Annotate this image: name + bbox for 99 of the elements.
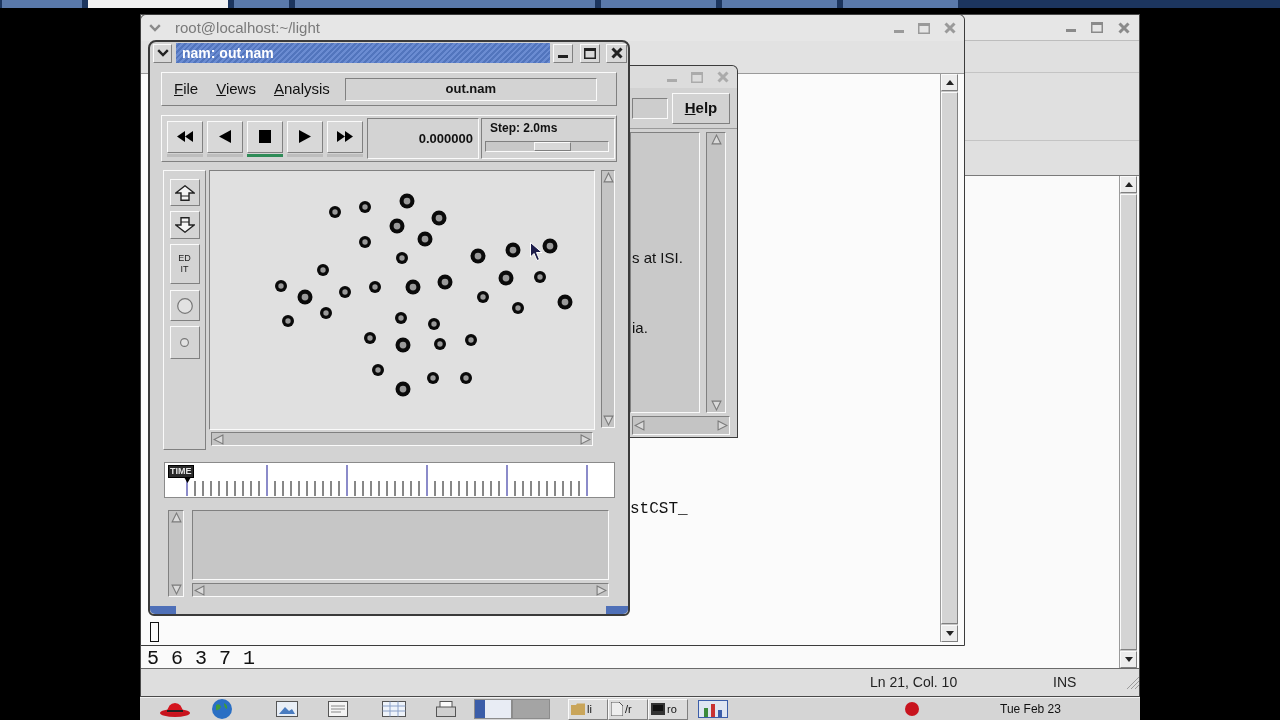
timeline-label: TIME: [168, 465, 194, 478]
menu-item[interactable]: File: [174, 77, 199, 101]
fast-forward-button[interactable]: [327, 120, 363, 153]
editor-text: 5 6 3 7 1: [147, 650, 256, 668]
maximize-button[interactable]: [580, 43, 600, 63]
maximize-icon[interactable]: [1091, 22, 1103, 33]
window-title: root@localhost:~/light: [175, 17, 321, 38]
up-arrow-icon[interactable]: [710, 134, 722, 145]
small-circle-icon: [180, 338, 189, 347]
scroll-down-button[interactable]: [1120, 651, 1137, 668]
down-arrow-icon: [945, 631, 954, 636]
terminal-text: stCST_: [630, 499, 688, 519]
down-arrow-icon[interactable]: [170, 584, 182, 595]
document-icon: [611, 702, 623, 716]
time-display: 0.000000: [367, 118, 479, 159]
left-arrow-icon[interactable]: [213, 433, 224, 445]
maximize-icon[interactable]: [918, 22, 930, 34]
notepad-icon[interactable]: [328, 701, 348, 717]
text-cursor: [150, 622, 159, 642]
window-title: nam: out.nam: [176, 43, 550, 63]
play-backward-button[interactable]: [207, 120, 243, 153]
horizontal-scrollbar[interactable]: [192, 583, 609, 597]
vertical-scrollbar[interactable]: [601, 170, 615, 428]
console-text: ia.: [632, 318, 648, 338]
minimize-icon[interactable]: [894, 29, 904, 33]
folder-icon: [571, 703, 585, 715]
small-circle-tool-button[interactable]: [169, 326, 200, 359]
circle-tool-button[interactable]: [169, 290, 200, 321]
left-arrow-icon[interactable]: [634, 419, 645, 431]
down-arrow-icon[interactable]: [602, 415, 614, 426]
timeline-track[interactable]: TIME: [164, 462, 615, 498]
taskbar-button[interactable]: li: [568, 698, 608, 720]
slider-thumb[interactable]: [533, 142, 571, 151]
vertical-scrollbar[interactable]: [706, 132, 726, 413]
scroll-up-button[interactable]: [1120, 176, 1137, 193]
stop-icon: [259, 130, 271, 143]
cursor-position: Ln 21, Col. 10: [870, 674, 958, 690]
chevron-down-icon[interactable]: [149, 24, 161, 32]
close-icon: [610, 47, 623, 59]
up-arrow-icon: [174, 184, 195, 201]
maximize-icon: [584, 47, 596, 59]
picture-icon[interactable]: [276, 701, 298, 717]
file-label: out.nam: [344, 77, 597, 101]
rewind-button[interactable]: [167, 120, 203, 153]
rewind-icon: [177, 131, 193, 142]
scroll-up-button[interactable]: [941, 74, 958, 91]
chevron-down-icon: [156, 49, 169, 57]
window-corner: [150, 606, 176, 614]
insert-mode: INS: [1053, 674, 1077, 690]
play-button[interactable]: [287, 120, 323, 153]
zoom-out-button[interactable]: [169, 211, 200, 239]
horizontal-scrollbar[interactable]: [211, 432, 593, 446]
resize-grip-icon[interactable]: [1127, 676, 1139, 689]
play-icon: [299, 130, 311, 143]
clock-text[interactable]: Tue Feb 23: [1000, 700, 1061, 718]
play-backward-icon: [219, 130, 231, 143]
left-arrow-icon[interactable]: [194, 584, 205, 596]
taskbar-button[interactable]: /r: [608, 698, 648, 720]
close-icon[interactable]: [944, 22, 956, 34]
printer-icon[interactable]: [436, 701, 456, 717]
step-label: Step: 2.0ms: [490, 121, 558, 135]
help-button[interactable]: Help: [672, 92, 730, 124]
vertical-scrollbar[interactable]: [168, 510, 184, 597]
right-arrow-icon[interactable]: [580, 433, 591, 445]
horizontal-scrollbar[interactable]: [632, 415, 730, 435]
input-field[interactable]: [632, 97, 668, 119]
circle-icon: [176, 297, 193, 314]
window-corner: [606, 606, 628, 614]
down-arrow-icon[interactable]: [710, 400, 722, 411]
stop-button[interactable]: [247, 120, 283, 153]
spreadsheet-icon[interactable]: [382, 701, 406, 717]
terminal-icon: [651, 703, 665, 715]
step-slider-track[interactable]: [485, 141, 609, 152]
right-arrow-icon[interactable]: [717, 419, 728, 431]
up-arrow-icon[interactable]: [602, 172, 614, 183]
up-arrow-icon: [945, 80, 954, 85]
window-menu-button[interactable]: [153, 43, 172, 63]
taskbar-button[interactable]: ro: [648, 698, 688, 720]
menu-item[interactable]: Analysis: [273, 77, 330, 101]
round-icon[interactable]: [905, 702, 919, 716]
globe-icon[interactable]: [212, 699, 232, 719]
menu-item[interactable]: Views: [216, 77, 256, 101]
fast-forward-icon: [337, 131, 353, 142]
down-arrow-icon: [1124, 657, 1133, 662]
up-arrow-icon[interactable]: [170, 512, 182, 523]
close-button[interactable]: [606, 43, 627, 63]
down-arrow-icon: [174, 217, 195, 233]
zoom-in-button[interactable]: [169, 179, 200, 206]
close-icon[interactable]: [1118, 21, 1130, 34]
workspace[interactable]: [475, 700, 511, 718]
hat-icon[interactable]: [160, 701, 190, 717]
minimize-button[interactable]: [553, 43, 573, 63]
edit-button[interactable]: EDIT: [169, 244, 200, 284]
console-text: s at ISI.: [632, 248, 683, 268]
bar-chart-icon[interactable]: [698, 700, 728, 718]
right-arrow-icon[interactable]: [596, 584, 607, 596]
minimize-icon: [558, 54, 568, 58]
scroll-down-button[interactable]: [941, 625, 958, 642]
up-arrow-icon: [1124, 182, 1133, 187]
